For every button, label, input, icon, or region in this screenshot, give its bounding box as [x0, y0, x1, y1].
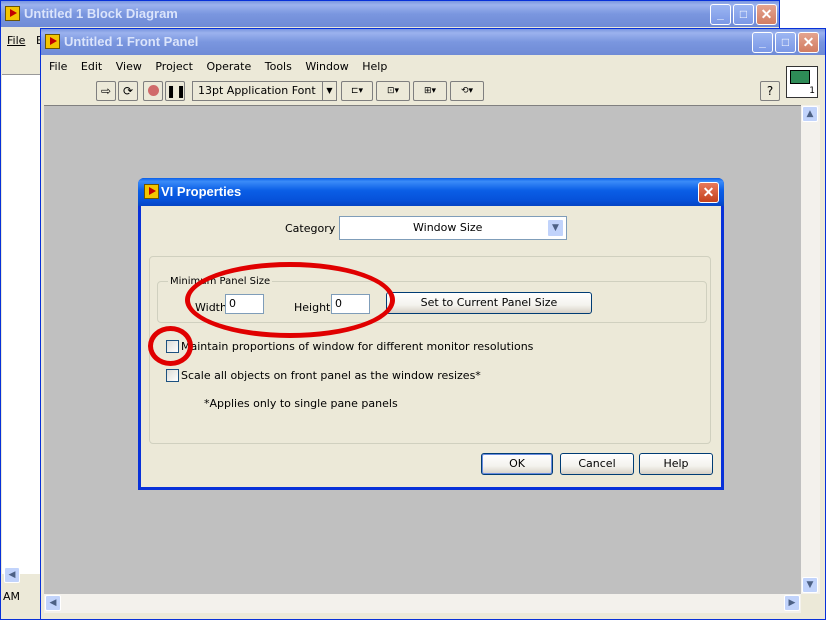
front-panel-menubar: File Edit View Project Operate Tools Win… — [44, 57, 744, 77]
scale-objects-checkbox[interactable] — [166, 369, 179, 382]
font-selector[interactable]: 13pt Application Font ▼ — [192, 81, 337, 101]
menu-help[interactable]: Help — [357, 57, 392, 77]
front-panel-title: Untitled 1 Front Panel — [64, 34, 199, 49]
scale-objects-label: Scale all objects on front panel as the … — [181, 369, 481, 382]
vi-connector-icon[interactable]: 1 — [786, 66, 818, 98]
dialog-titlebar[interactable]: VI Properties ✕ — [138, 178, 724, 206]
align-objects-icon[interactable]: ⊏▾ — [341, 81, 373, 101]
scroll-left-icon[interactable]: ◀ — [4, 567, 20, 583]
annotation-circle-checkbox — [148, 326, 193, 366]
reorder-icon[interactable]: ⟲▾ — [450, 81, 484, 101]
menu-view[interactable]: View — [111, 57, 147, 77]
category-select[interactable]: Window Size ▼ — [339, 216, 567, 240]
font-selector-label: 13pt Application Font — [198, 84, 316, 97]
context-help-icon[interactable]: ? — [760, 81, 780, 101]
front-panel-titlebar[interactable]: Untitled 1 Front Panel _ □ ✕ — [41, 29, 825, 55]
vi-icon-graphic — [790, 70, 810, 84]
close-icon[interactable]: ✕ — [698, 182, 719, 203]
scroll-down-icon[interactable]: ▼ — [802, 577, 818, 593]
menu-file[interactable]: File — [44, 57, 72, 77]
minimize-icon[interactable]: _ — [710, 4, 731, 25]
vi-properties-dialog[interactable]: VI Properties ✕ Category Window Size ▼ M… — [138, 178, 724, 490]
dialog-body: Category Window Size ▼ Minimum Panel Siz… — [141, 206, 721, 487]
menu-operate[interactable]: Operate — [201, 57, 256, 77]
annotation-circle-panel-size — [185, 262, 395, 338]
close-icon[interactable]: ✕ — [756, 4, 777, 25]
horizontal-scrollbar[interactable] — [44, 594, 801, 613]
abort-execution-icon[interactable] — [143, 81, 163, 101]
cancel-button[interactable]: Cancel — [560, 453, 634, 475]
footnote-text: *Applies only to single pane panels — [204, 397, 398, 410]
pause-icon[interactable]: ❚❚ — [165, 81, 186, 101]
category-value: Window Size — [413, 221, 483, 234]
dialog-title: VI Properties — [161, 184, 242, 199]
category-label: Category — [285, 222, 336, 235]
vertical-scrollbar[interactable] — [801, 105, 820, 594]
block-diagram-titlebar[interactable]: Untitled 1 Block Diagram _ □ ✕ — [1, 1, 779, 27]
menu-edit[interactable]: Edit — [76, 57, 107, 77]
block-diagram-canvas[interactable] — [2, 74, 40, 574]
labview-vi-icon — [144, 184, 159, 199]
scroll-left-icon[interactable]: ◀ — [45, 595, 61, 611]
labview-vi-icon — [45, 34, 60, 49]
maximize-icon[interactable]: □ — [733, 4, 754, 25]
chevron-down-icon[interactable]: ▼ — [547, 219, 564, 237]
distribute-objects-icon[interactable]: ⊡▾ — [376, 81, 410, 101]
run-continuously-icon[interactable]: ⟳ — [118, 81, 138, 101]
labview-vi-icon — [5, 6, 20, 21]
menu-file[interactable]: File — [1, 31, 30, 51]
menu-project[interactable]: Project — [150, 57, 198, 77]
ok-button[interactable]: OK — [481, 453, 553, 475]
maintain-proportions-label: Maintain proportions of window for diffe… — [181, 340, 534, 353]
menu-window[interactable]: Window — [300, 57, 353, 77]
set-to-current-panel-size-button[interactable]: Set to Current Panel Size — [386, 292, 592, 314]
scroll-right-icon[interactable]: ▶ — [784, 595, 800, 611]
maximize-icon[interactable]: □ — [775, 32, 796, 53]
close-icon[interactable]: ✕ — [798, 32, 819, 53]
resize-objects-icon[interactable]: ⊞▾ — [413, 81, 447, 101]
block-diagram-title: Untitled 1 Block Diagram — [24, 6, 178, 21]
scroll-up-icon[interactable]: ▲ — [802, 106, 818, 122]
minimize-icon[interactable]: _ — [752, 32, 773, 53]
chevron-down-icon: ▼ — [322, 82, 336, 100]
run-arrow-icon[interactable]: ⇨ — [96, 81, 116, 101]
help-button[interactable]: Help — [639, 453, 713, 475]
menu-tools[interactable]: Tools — [260, 57, 297, 77]
status-time: AM — [3, 590, 21, 603]
connector-badge: 1 — [809, 86, 815, 96]
